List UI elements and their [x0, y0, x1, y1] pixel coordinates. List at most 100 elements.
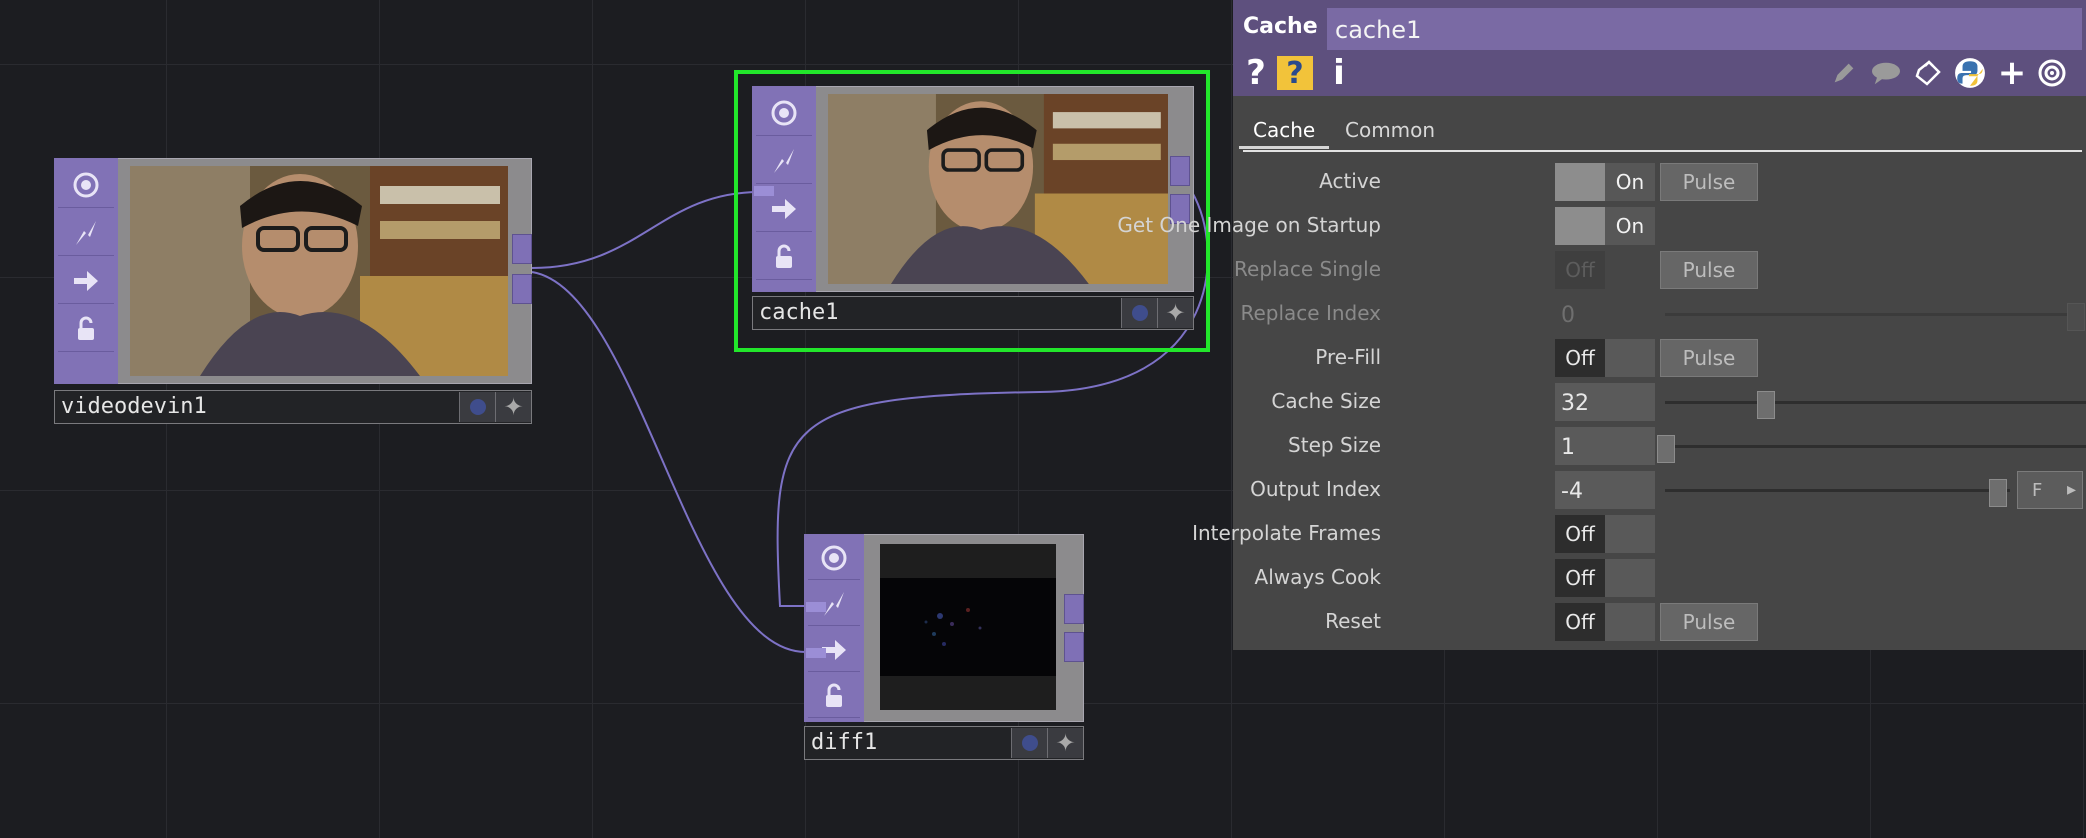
arrow-right-icon	[772, 198, 796, 219]
step-size-slider-handle[interactable]	[1657, 435, 1675, 463]
node-options-flag[interactable]: ✦	[1047, 728, 1083, 758]
get-one-image-toggle[interactable]: On	[1555, 207, 1655, 245]
cache-size-field[interactable]: 32	[1555, 383, 1655, 421]
tab-cache[interactable]: Cache	[1239, 114, 1330, 149]
step-size-field[interactable]: 1	[1555, 427, 1655, 465]
param-label: Reset	[1325, 609, 1381, 633]
wire-videodevin-to-cache	[531, 191, 761, 269]
node-display-flag[interactable]	[1011, 728, 1047, 758]
toggle-track	[1555, 163, 1605, 201]
lock-toggle-button[interactable]	[756, 234, 812, 280]
viewer-toggle-button[interactable]	[58, 162, 114, 208]
node-name-bar[interactable]: cache1 ✦	[752, 296, 1194, 330]
param-cache-size: Cache Size 32	[1233, 381, 2086, 421]
toggle-track	[1605, 515, 1655, 553]
node-cache1[interactable]: cache1 ✦	[752, 86, 1194, 334]
pre-fill-pulse-button[interactable]: Pulse	[1660, 339, 1758, 377]
param-label: Pre-Fill	[1315, 345, 1381, 369]
node-name-label: videodevin1	[61, 394, 207, 419]
always-cook-toggle[interactable]: Off	[1555, 559, 1655, 597]
python-help-icon[interactable]: ?	[1277, 56, 1313, 91]
node-diff1[interactable]: diff1 ✦	[804, 534, 1084, 760]
comment-icon[interactable]	[1867, 56, 1905, 90]
toggle-state: Off	[1555, 339, 1605, 377]
display-dot-icon	[469, 399, 486, 415]
param-label: Step Size	[1288, 433, 1381, 457]
toggle-state: On	[1605, 163, 1655, 201]
input-connector[interactable]	[806, 648, 826, 658]
node-display-flag[interactable]	[1121, 298, 1157, 328]
tab-common[interactable]: Common	[1331, 114, 1449, 146]
node-options-flag[interactable]: ✦	[1157, 298, 1193, 328]
output-connector[interactable]	[512, 274, 532, 304]
cache-size-slider-handle[interactable]	[1757, 391, 1775, 419]
param-get-one-image: Get One Image on Startup On	[1117, 205, 2086, 245]
input-connector[interactable]	[806, 602, 826, 612]
active-toggle[interactable]: On	[1555, 163, 1655, 201]
cooking-toggle-button[interactable]	[756, 138, 812, 184]
param-reset: Reset Off Pulse	[1233, 601, 2086, 641]
cooking-toggle-button[interactable]	[58, 210, 114, 256]
replace-single-toggle[interactable]: Off	[1555, 251, 1655, 289]
target-icon[interactable]	[2033, 56, 2071, 90]
input-connector[interactable]	[754, 186, 774, 196]
lightning-icon	[774, 148, 794, 173]
node-operator-strip	[54, 158, 118, 384]
plus-icon[interactable]: +	[1995, 53, 2029, 93]
replace-index-field[interactable]: 0	[1555, 295, 1655, 333]
node-name-label: cache1	[759, 300, 839, 325]
pre-fill-toggle[interactable]: Off	[1555, 339, 1655, 377]
param-label: Active	[1319, 169, 1381, 193]
play-arrow-icon: ▸	[2066, 479, 2076, 500]
reset-pulse-button[interactable]: Pulse	[1660, 603, 1758, 641]
output-index-slider-handle[interactable]	[1989, 479, 2007, 507]
node-options-flag[interactable]: ✦	[495, 392, 531, 422]
viewer-toggle-button[interactable]	[756, 90, 812, 136]
node-name-bar[interactable]: diff1 ✦	[804, 726, 1084, 760]
param-replace-index: Replace Index 0	[1233, 293, 2086, 333]
param-always-cook: Always Cook Off	[1233, 557, 2086, 597]
lock-icon	[776, 244, 792, 268]
param-output-index: Output Index -4 F ▸	[1233, 469, 2086, 509]
output-connector[interactable]	[1064, 632, 1084, 662]
reset-toggle[interactable]: Off	[1555, 603, 1655, 641]
plus-icon: ✦	[503, 393, 524, 421]
parameter-panel: Cache cache1 ? ? i + Cache Common Active…	[1117, 0, 2086, 650]
lock-toggle-button[interactable]	[808, 674, 860, 718]
python-icon[interactable]	[1951, 56, 1989, 90]
info-icon[interactable]: i	[1327, 53, 1351, 93]
cache-size-slider[interactable]	[1665, 401, 2086, 404]
node-videodevin1[interactable]: videodevin1 ✦	[54, 158, 532, 424]
viewer-toggle-button[interactable]	[808, 536, 860, 580]
replace-index-slider[interactable]	[1665, 313, 2080, 316]
toggle-state: Off	[1555, 603, 1605, 641]
output-index-mode-button[interactable]: F ▸	[2017, 471, 2083, 509]
lock-toggle-button[interactable]	[58, 306, 114, 352]
help-icon[interactable]: ?	[1241, 53, 1271, 93]
output-connector[interactable]	[1064, 594, 1084, 624]
operator-name-field[interactable]: cache1	[1327, 8, 2082, 50]
node-name-label: diff1	[811, 730, 878, 755]
replace-index-slider-handle[interactable]	[2067, 303, 2085, 331]
active-pulse-button[interactable]: Pulse	[1660, 163, 1758, 201]
viewer-icon	[73, 172, 99, 197]
output-index-field[interactable]: -4	[1555, 471, 1655, 509]
clipboard-icon[interactable]	[1909, 56, 1947, 90]
output-connector[interactable]	[1170, 156, 1190, 186]
toggle-state: On	[1605, 207, 1655, 245]
step-size-slider[interactable]	[1665, 445, 2086, 448]
toggle-state: Off	[1555, 515, 1605, 553]
toggle-state: Off	[1555, 559, 1605, 597]
param-label: Replace Index	[1240, 301, 1381, 325]
output-index-slider[interactable]	[1665, 489, 2010, 492]
mode-label: F	[2032, 480, 2043, 501]
node-name-bar[interactable]: videodevin1 ✦	[54, 390, 532, 424]
parameter-tabs: Cache Common	[1233, 104, 2086, 152]
output-connector[interactable]	[512, 234, 532, 264]
node-display-flag[interactable]	[459, 392, 495, 422]
edit-icon[interactable]	[1827, 56, 1861, 90]
export-toggle-button[interactable]	[58, 258, 114, 304]
param-replace-single: Replace Single Off Pulse	[1233, 249, 2086, 289]
interpolate-frames-toggle[interactable]: Off	[1555, 515, 1655, 553]
replace-single-pulse-button[interactable]: Pulse	[1660, 251, 1758, 289]
